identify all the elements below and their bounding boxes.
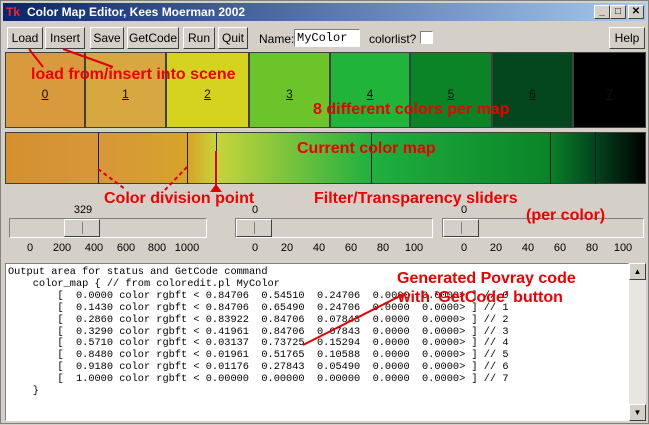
annotation-load-insert: load from/insert into scene [31,66,236,83]
annotation-generated-code: Generated Povray code [397,270,576,287]
annotation-division-point: Color division point [104,190,255,207]
annotation-sliders: Filter/Transparency sliders [314,190,518,207]
annotation-current-map: Current color map [297,140,436,157]
annotation-per-color: (per color) [526,207,606,224]
annotation-getcode-button: with 'GetCode' button [398,289,563,306]
color-map-editor-window: Tk Color Map Editor, Kees Moerman 2002 _… [0,0,649,424]
annotation-colors-per-map: 8 different colors per map [313,101,510,118]
